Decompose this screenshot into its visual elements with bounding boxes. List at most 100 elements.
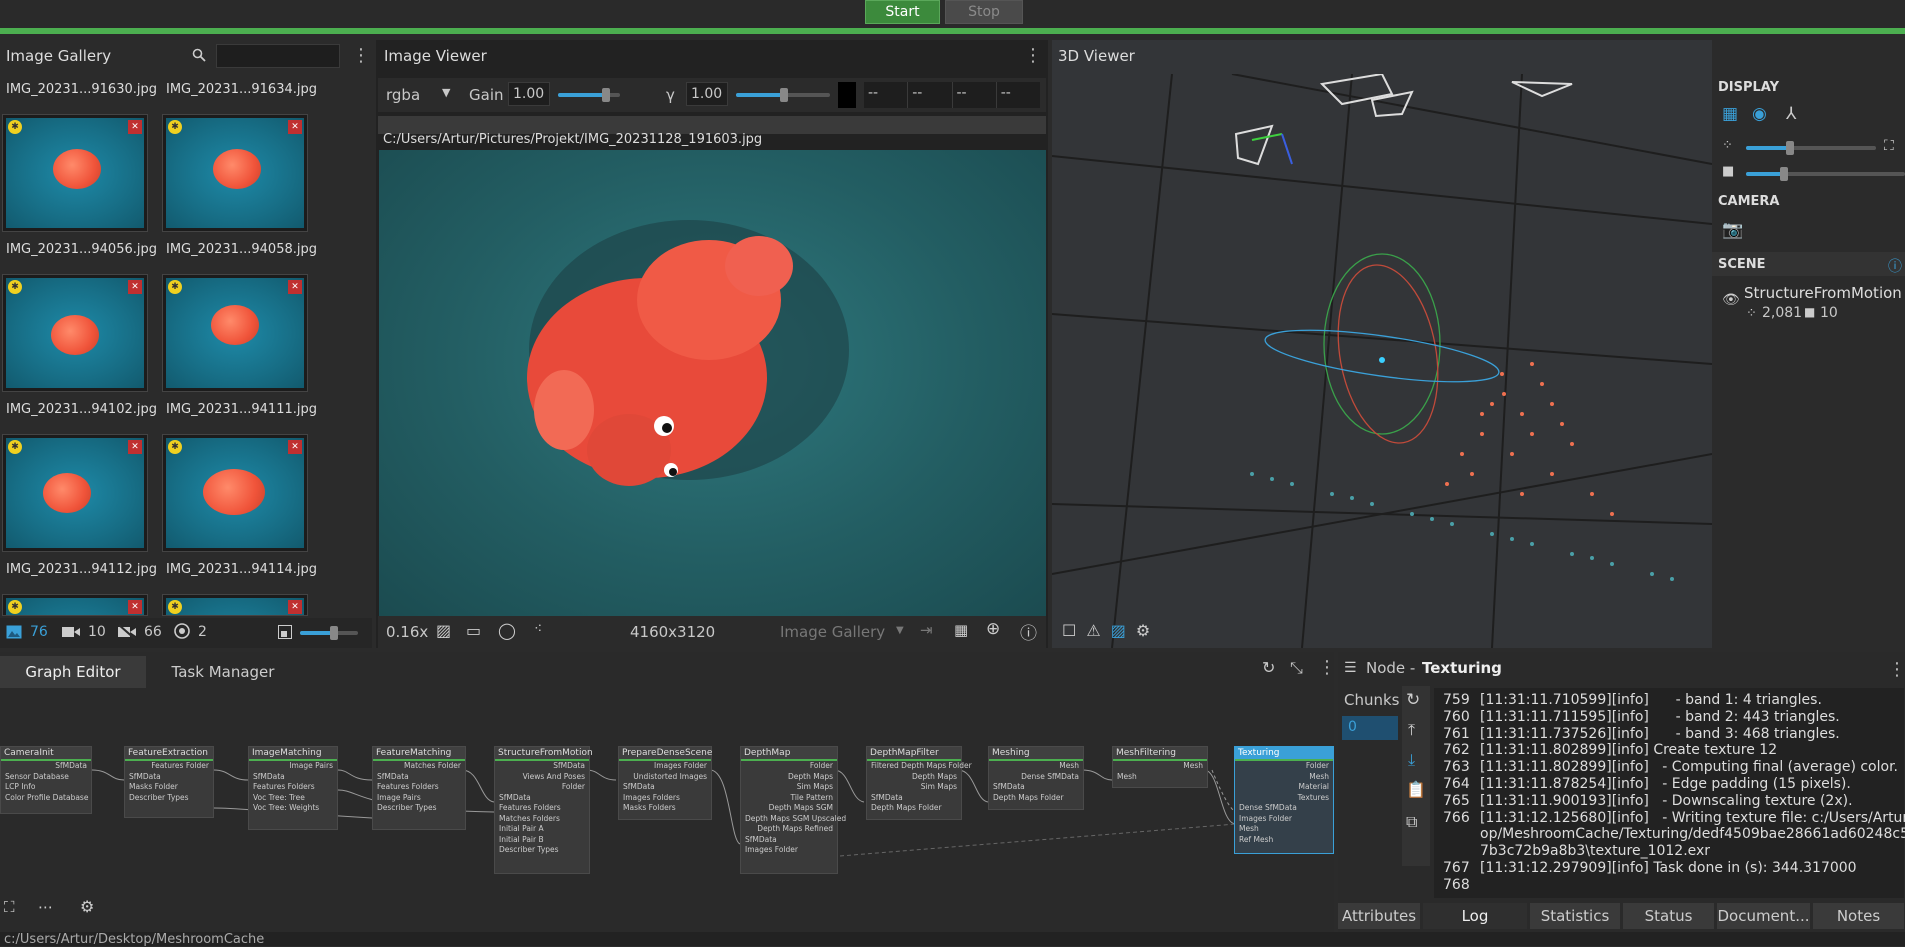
tab-status[interactable]: Status — [1623, 903, 1715, 929]
graph-node-port[interactable]: Depth Maps Folder — [867, 803, 961, 814]
thumbnail-size-slider[interactable] — [300, 626, 358, 640]
point-size-slider[interactable] — [1746, 141, 1876, 155]
gallery-thumbnail[interactable]: ✱ ✕ — [2, 594, 148, 616]
graph-node-port[interactable]: Describer Types — [125, 793, 213, 804]
histogram-icon[interactable]: ▦ — [954, 621, 968, 639]
tab-attributes[interactable]: Attributes — [1338, 903, 1421, 929]
open-external-icon[interactable]: ⧉ — [1406, 812, 1417, 832]
stop-button[interactable]: Stop — [945, 0, 1023, 24]
frame-icon[interactable]: ▭ — [466, 621, 481, 640]
tab-log[interactable]: Log — [1423, 903, 1528, 929]
graph-node-port[interactable]: Images Folder — [1235, 814, 1333, 825]
graph-node-port[interactable]: Features Folder — [125, 761, 213, 772]
tab-document[interactable]: Document... — [1717, 903, 1811, 929]
graph-node-port[interactable]: LCP Info — [1, 782, 91, 793]
3d-scene[interactable] — [1052, 74, 1712, 648]
scroll-top-icon[interactable]: ⤒ — [1408, 720, 1415, 740]
graph-node-port[interactable]: Sim Maps — [741, 782, 837, 793]
gallery-menu-icon[interactable]: ⋮ — [352, 46, 370, 66]
camera-icon[interactable]: 📷 — [1722, 220, 1743, 240]
axis-icon[interactable]: ⅄ — [1786, 104, 1796, 124]
gear-icon[interactable]: ⚙ — [80, 897, 94, 916]
graph-node-port[interactable]: SfMData — [867, 793, 961, 804]
chevron-down-icon[interactable]: ▼ — [896, 625, 904, 636]
graph-node[interactable]: Meshing Mesh Dense SfMData SfMData Depth Map… — [988, 746, 1084, 810]
graph-node-port[interactable]: Initial Pair A — [495, 824, 589, 835]
graph-node-port[interactable]: Mesh — [989, 761, 1083, 772]
globe-icon[interactable]: ⊕ — [986, 619, 1000, 639]
gallery-thumbnail[interactable]: ✱ ✕ — [162, 114, 308, 232]
graph-node-port[interactable]: SfMData — [495, 761, 589, 772]
graph-node[interactable]: FeatureExtraction Features Folder SfMData M… — [124, 746, 214, 818]
clipboard-icon[interactable]: 📋 — [1406, 780, 1426, 799]
node-menu-icon[interactable]: ⋮ — [1888, 660, 1905, 680]
graph-node[interactable]: DepthMap Folder Depth Maps Sim Maps Tile Pat… — [740, 746, 846, 874]
graph-node-port[interactable]: SfMData — [373, 772, 465, 783]
graph-node-port[interactable]: Folder — [495, 782, 589, 793]
graph-node-port[interactable]: Textures — [1235, 793, 1333, 804]
gallery-search-input[interactable] — [216, 44, 340, 68]
gain-slider[interactable] — [558, 88, 620, 102]
graph-node-port[interactable]: Depth Maps Folder — [989, 793, 1083, 804]
graph-node[interactable]: StructureFromMotion SfMData Views And Pose… — [494, 746, 593, 874]
refresh-icon[interactable]: ↻ — [1406, 690, 1420, 710]
gain-field[interactable]: 1.00 — [508, 82, 550, 106]
graph-node-port[interactable]: Images Folder — [741, 845, 837, 856]
graph-node-port[interactable]: Dense SfMData — [989, 772, 1083, 783]
layout-icon[interactable]: ⋯ — [38, 898, 53, 916]
graph-node[interactable]: CameraInit SfMData Sensor Database LCP Info… — [0, 746, 92, 814]
graph-node-port[interactable]: Mesh — [1235, 824, 1333, 835]
eye-icon[interactable]: 👁 — [1722, 292, 1740, 308]
hatch-icon[interactable]: ▨ — [1111, 621, 1126, 640]
graph-node-port[interactable]: Views And Poses — [495, 772, 589, 783]
graph-node-port[interactable]: Masks Folders — [619, 803, 711, 814]
graph-node-port[interactable]: Features Folders — [373, 782, 465, 793]
graph-node-port[interactable]: SfMData — [619, 782, 711, 793]
graph-node[interactable]: FeatureMatching Matches Folder SfMData Feat… — [372, 746, 466, 830]
hatch-icon[interactable]: ▨ — [436, 621, 451, 640]
graph-node-port[interactable]: Describer Types — [495, 845, 589, 856]
gallery-thumbnail[interactable]: ✱ ✕ — [2, 114, 148, 232]
graph-node-port[interactable]: Tile Pattern — [741, 793, 837, 804]
scroll-bottom-icon[interactable]: ⤓ — [1408, 750, 1415, 770]
chunk-item[interactable]: 0 — [1342, 716, 1398, 740]
graph-node-port[interactable]: Voc Tree: Weights — [249, 803, 337, 814]
graph-node-port[interactable]: Mesh — [1113, 772, 1207, 783]
collapse-icon[interactable]: ⤡ — [1290, 658, 1303, 678]
graph-node-port[interactable]: SfMData — [249, 772, 337, 783]
graph-node[interactable]: ImageMatching Image Pairs SfMData Features … — [248, 746, 338, 830]
graph-node-port[interactable]: Depth Maps — [867, 772, 961, 783]
graph-node-port[interactable]: Describer Types — [373, 803, 465, 814]
graph-node-port[interactable]: Images Folder — [619, 761, 711, 772]
bbox-icon[interactable]: ☐ — [1062, 621, 1076, 640]
graph-node-port[interactable]: Sim Maps — [867, 782, 961, 793]
fit-icon[interactable]: ⛶ — [1884, 138, 1894, 154]
graph-node-port[interactable]: Filtered Depth Maps Folder — [867, 761, 972, 772]
graph-node-port[interactable]: Undistorted Images — [619, 772, 711, 783]
scene-item-name[interactable]: StructureFromMotion — [1744, 284, 1902, 302]
graph-node-port[interactable]: Initial Pair B — [495, 835, 589, 846]
viewer-menu-icon[interactable]: ⋮ — [1024, 46, 1042, 66]
info-icon[interactable]: ⓘ — [1020, 619, 1037, 644]
target-icon[interactable]: ◉ — [1752, 104, 1767, 124]
gear-icon[interactable]: ⚙ — [1136, 621, 1150, 640]
tab-task-manager[interactable]: Task Manager — [150, 656, 296, 688]
graph-node-port[interactable]: SfMData — [989, 782, 1083, 793]
import-icon[interactable]: ⇥ — [920, 621, 933, 639]
grid-icon[interactable]: ▦ — [1722, 104, 1738, 124]
gallery-thumbnail[interactable]: ✱ ✕ — [162, 434, 308, 552]
graph-node-port[interactable]: Dense SfMData — [1235, 803, 1333, 814]
gamma-field[interactable]: 1.00 — [686, 82, 728, 106]
graph-node-port[interactable]: Depth Maps Refined — [741, 824, 837, 835]
graph-node-port[interactable]: SfMData — [495, 793, 589, 804]
graph-node-port[interactable]: Depth Maps — [741, 772, 837, 783]
graph-node-port[interactable]: Features Folders — [495, 803, 589, 814]
refresh-icon[interactable]: ↻ — [1262, 658, 1275, 677]
graph-node-port[interactable]: Matches Folder — [373, 761, 465, 772]
images-icon[interactable] — [6, 625, 22, 639]
warning-icon[interactable]: ⚠ — [1086, 621, 1100, 640]
channel-select[interactable]: rgba — [386, 86, 420, 104]
lens-icon[interactable]: ◯ — [498, 621, 516, 640]
graph-node-port[interactable]: SfMData — [741, 835, 837, 846]
graph-node-port[interactable]: Mesh — [1113, 761, 1207, 772]
